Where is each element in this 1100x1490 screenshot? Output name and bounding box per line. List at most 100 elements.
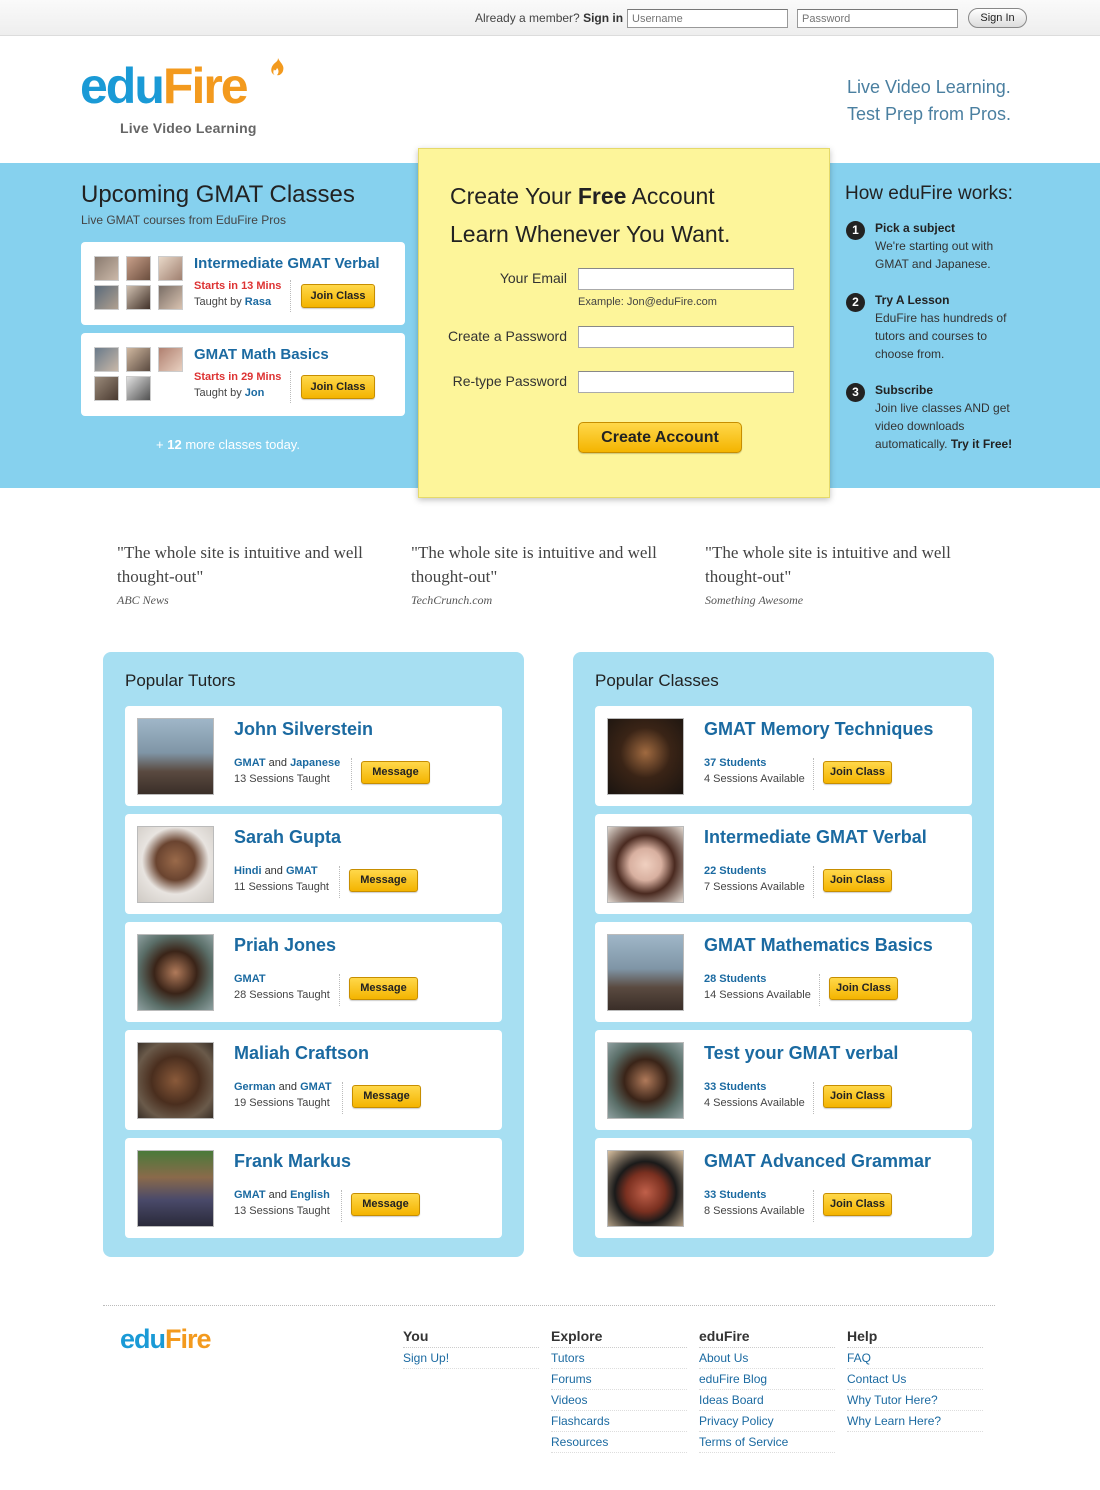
join-class-button[interactable]: Join Class: [301, 284, 375, 308]
more-classes-link[interactable]: + 12 more classes today.: [156, 437, 300, 452]
tutor-name[interactable]: John Silverstein: [234, 719, 373, 740]
password-input[interactable]: [797, 9, 958, 28]
flame-icon: [271, 58, 284, 76]
upcoming-class-card: GMAT Math Basics Starts in 29 Mins Taugh…: [81, 333, 405, 416]
step-text: Join live classes AND get video download…: [875, 401, 1013, 451]
class-card: Intermediate GMAT Verbal 22 Students 7 S…: [595, 814, 972, 914]
tutor-photo[interactable]: [137, 1150, 214, 1227]
join-class-button[interactable]: Join Class: [823, 761, 892, 784]
message-button[interactable]: Message: [351, 1193, 420, 1216]
tutor-name[interactable]: Frank Markus: [234, 1151, 351, 1172]
class-photo[interactable]: [607, 1042, 684, 1119]
subject-link[interactable]: GMAT: [300, 1081, 332, 1093]
tutor-photo[interactable]: [137, 934, 214, 1011]
class-name[interactable]: GMAT Advanced Grammar: [704, 1151, 931, 1172]
upcoming-title: Upcoming GMAT Classes: [81, 181, 355, 208]
footer-link[interactable]: Why Learn Here?: [847, 1411, 983, 1432]
divider: [351, 758, 352, 790]
quote-text: "The whole site is intuitive and well th…: [117, 543, 363, 586]
footer-link[interactable]: Ideas Board: [699, 1390, 835, 1411]
subject-link[interactable]: GMAT: [234, 757, 266, 769]
footer-link[interactable]: Why Tutor Here?: [847, 1390, 983, 1411]
tutor-name[interactable]: Priah Jones: [234, 935, 336, 956]
class-photo[interactable]: [607, 934, 684, 1011]
try-free-link[interactable]: Try it Free!: [951, 437, 1012, 451]
join-class-button[interactable]: Join Class: [823, 1085, 892, 1108]
class-name[interactable]: GMAT Memory Techniques: [704, 719, 933, 740]
logo[interactable]: eduFire Live Video Learning: [80, 58, 300, 138]
subject-link[interactable]: GMAT: [234, 1189, 266, 1201]
upcoming-class-title[interactable]: Intermediate GMAT Verbal: [194, 255, 380, 272]
footer-link[interactable]: Terms of Service: [699, 1432, 835, 1453]
footer-link[interactable]: About Us: [699, 1348, 835, 1369]
footer-column-edufire: eduFire About Us eduFire Blog Ideas Boar…: [699, 1328, 835, 1453]
sign-in-button[interactable]: Sign In: [968, 8, 1027, 28]
step-text: EduFire has hundreds of tutors and cours…: [875, 311, 1007, 361]
tutor-link[interactable]: Jon: [245, 387, 265, 399]
class-photo[interactable]: [607, 826, 684, 903]
footer-link[interactable]: Videos: [551, 1390, 687, 1411]
message-button[interactable]: Message: [349, 869, 418, 892]
class-card: GMAT Advanced Grammar 33 Students 8 Sess…: [595, 1138, 972, 1238]
subject-link[interactable]: Hindi: [234, 865, 262, 877]
testimonial: "The whole site is intuitive and well th…: [705, 541, 975, 608]
divider: [813, 1082, 814, 1114]
panel-title: Popular Classes: [595, 671, 719, 690]
step-number: 3: [846, 383, 865, 402]
student-count: 33 Students: [704, 1081, 767, 1093]
footer-logo[interactable]: eduFire: [120, 1324, 212, 1355]
message-button[interactable]: Message: [361, 761, 430, 784]
logo-edu: edu: [80, 58, 165, 114]
tutor-photo[interactable]: [137, 1042, 214, 1119]
tutor-name[interactable]: Maliah Craftson: [234, 1043, 369, 1064]
email-field[interactable]: [578, 268, 794, 290]
popular-tutors-panel: Popular Tutors John Silverstein GMAT and…: [103, 652, 524, 1257]
sessions-available: 4 Sessions Available: [704, 773, 805, 785]
retype-password-field[interactable]: [578, 371, 794, 393]
join-class-button[interactable]: Join Class: [823, 869, 892, 892]
footer-link[interactable]: Privacy Policy: [699, 1411, 835, 1432]
avatar: [94, 376, 119, 401]
student-count: 33 Students: [704, 1189, 767, 1201]
popular-classes-panel: Popular Classes GMAT Memory Techniques 3…: [573, 652, 994, 1257]
class-name[interactable]: GMAT Mathematics Basics: [704, 935, 933, 956]
footer-link[interactable]: Sign Up!: [403, 1348, 539, 1369]
subject-link[interactable]: German: [234, 1081, 276, 1093]
footer-link[interactable]: Flashcards: [551, 1411, 687, 1432]
message-button[interactable]: Message: [349, 977, 418, 1000]
footer-link[interactable]: Tutors: [551, 1348, 687, 1369]
subject-link[interactable]: Japanese: [290, 757, 340, 769]
tutor-photo[interactable]: [137, 826, 214, 903]
message-button[interactable]: Message: [352, 1085, 421, 1108]
class-name[interactable]: Test your GMAT verbal: [704, 1043, 898, 1064]
divider: [813, 1190, 814, 1222]
footer-link[interactable]: eduFire Blog: [699, 1369, 835, 1390]
create-account-button[interactable]: Create Account: [578, 422, 742, 453]
footer-link[interactable]: FAQ: [847, 1348, 983, 1369]
password-field[interactable]: [578, 326, 794, 348]
upcoming-class-title[interactable]: GMAT Math Basics: [194, 346, 329, 363]
class-card: GMAT Mathematics Basics 28 Students 14 S…: [595, 922, 972, 1022]
quote-source: Something Awesome: [705, 593, 804, 607]
join-class-button[interactable]: Join Class: [301, 375, 375, 399]
tutor-name[interactable]: Sarah Gupta: [234, 827, 341, 848]
footer-link[interactable]: Forums: [551, 1369, 687, 1390]
already-member-text: Already a member? Sign in: [475, 11, 624, 25]
class-photo[interactable]: [607, 718, 684, 795]
panel-title: Popular Tutors: [125, 671, 236, 690]
class-name[interactable]: Intermediate GMAT Verbal: [704, 827, 927, 848]
class-card: Test your GMAT verbal 33 Students 4 Sess…: [595, 1030, 972, 1130]
subject-link[interactable]: GMAT: [286, 865, 318, 877]
avatar: [158, 256, 183, 281]
footer-link[interactable]: Resources: [551, 1432, 687, 1453]
tutor-link[interactable]: Rasa: [245, 296, 271, 308]
top-bar: Already a member? Sign in Sign In: [0, 0, 1100, 36]
subject-link[interactable]: English: [290, 1189, 330, 1201]
join-class-button[interactable]: Join Class: [823, 1193, 892, 1216]
username-input[interactable]: [627, 9, 788, 28]
join-class-button[interactable]: Join Class: [829, 977, 898, 1000]
class-photo[interactable]: [607, 1150, 684, 1227]
tutor-photo[interactable]: [137, 718, 214, 795]
footer-link[interactable]: Contact Us: [847, 1369, 983, 1390]
subject-link[interactable]: GMAT: [234, 973, 266, 985]
